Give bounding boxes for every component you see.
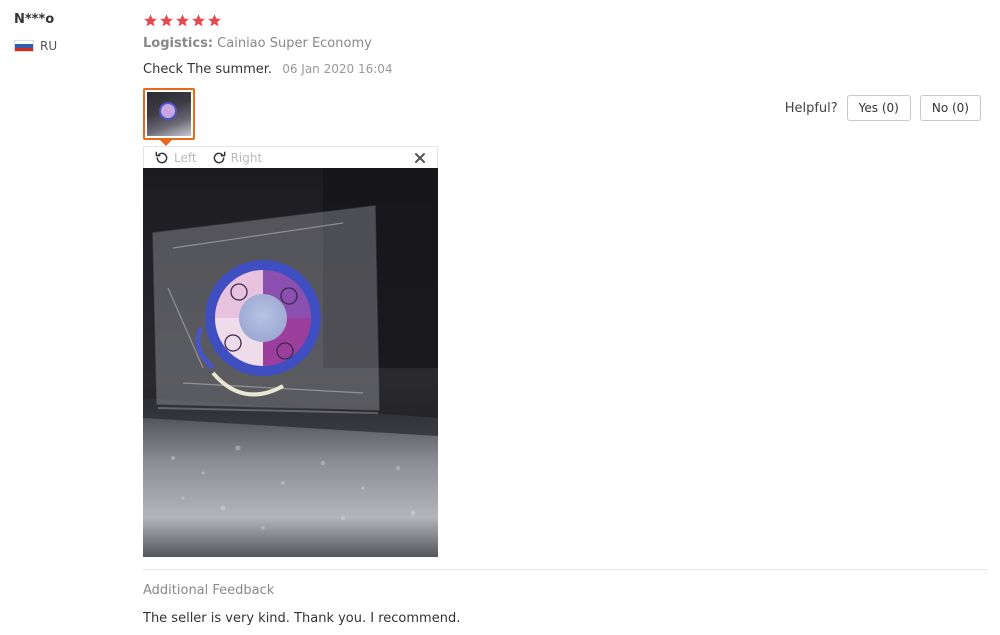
- review-photo-thumbnail[interactable]: [143, 88, 195, 140]
- star-icon: [191, 13, 206, 28]
- photo-viewer: Left Right: [143, 146, 438, 557]
- rotate-right-label: Right: [230, 150, 263, 165]
- review-body: Check The summer. 06 Jan 2020 16:04: [143, 59, 988, 80]
- review-date: 06 Jan 2020 16:04: [282, 62, 393, 76]
- rotate-right-button[interactable]: Right: [211, 150, 263, 166]
- helpful-no-button[interactable]: No (0): [919, 95, 981, 121]
- reviewer-country: RU: [14, 38, 134, 54]
- photo-viewer-toolbar: Left Right: [143, 146, 438, 168]
- rotate-left-label: Left: [174, 150, 197, 165]
- country-code: RU: [40, 39, 58, 53]
- russia-flag-icon: [14, 40, 34, 52]
- helpful-label: Helpful?: [784, 100, 838, 116]
- helpful-voting: Helpful? Yes (0) No (0): [785, 95, 981, 121]
- rotate-right-icon: [211, 150, 227, 166]
- helpful-yes-button[interactable]: Yes (0): [846, 95, 911, 121]
- rotate-left-icon: [154, 150, 170, 166]
- review-content: Logistics: Cainiao Super Economy Check T…: [143, 10, 988, 626]
- star-icon: [143, 13, 158, 28]
- review-photo: [143, 168, 438, 557]
- review-text: Check The summer.: [143, 62, 273, 77]
- logistics-label: Logistics:: [143, 36, 214, 51]
- logistics-info: Logistics: Cainiao Super Economy: [143, 34, 988, 54]
- rotate-left-button[interactable]: Left: [154, 150, 197, 166]
- logistics-value: Cainiao Super Economy: [217, 36, 372, 51]
- reviewer-name: N***o: [14, 12, 55, 27]
- thumbnail-image: [147, 92, 191, 136]
- additional-feedback-text: The seller is very kind. Thank you. I re…: [143, 611, 461, 626]
- section-divider: [143, 569, 988, 570]
- star-icon: [159, 13, 174, 28]
- star-icon: [175, 13, 190, 28]
- star-rating: [143, 10, 988, 30]
- additional-feedback-title: Additional Feedback: [143, 583, 275, 598]
- star-icon: [207, 13, 222, 28]
- reviewer-info: N***o RU: [14, 10, 134, 54]
- close-icon[interactable]: [413, 151, 427, 165]
